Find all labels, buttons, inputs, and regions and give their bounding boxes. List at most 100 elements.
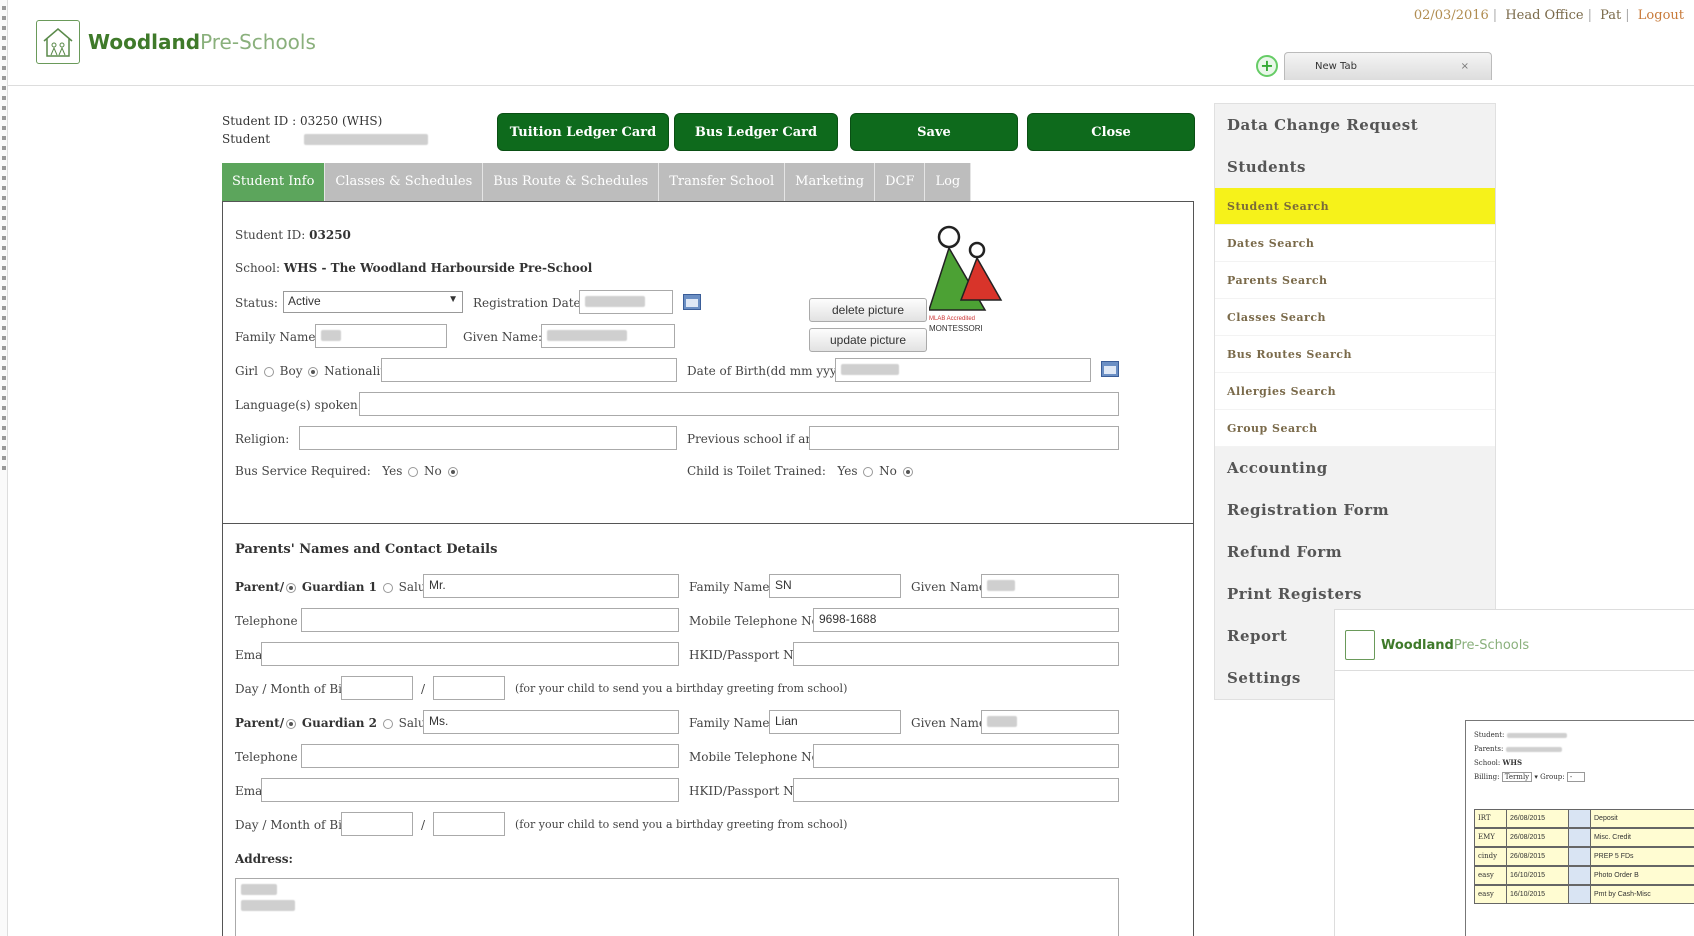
g2-mobile-field[interactable]	[813, 744, 1119, 768]
student-tabs: Student Info Classes & Schedules Bus Rou…	[222, 163, 972, 201]
close-icon[interactable]: ×	[1461, 53, 1469, 81]
update-picture-button[interactable]: update picture	[809, 328, 927, 352]
g2-mobile-label: Mobile Telephone No:	[689, 750, 823, 764]
g2-hkid-field[interactable]	[793, 778, 1119, 802]
user-link[interactable]: Pat	[1600, 8, 1621, 23]
menu-data-change-request[interactable]: Data Change Request	[1215, 104, 1495, 146]
save-button[interactable]: Save	[850, 113, 1018, 151]
religion-field[interactable]	[299, 426, 677, 450]
guardian1-label: Guardian 1	[301, 580, 377, 594]
family-name-field[interactable]	[315, 324, 447, 348]
student-header: Student ID : 03250 (WHS) Student	[222, 112, 428, 148]
g1-given-name-label: Given Name:	[911, 580, 991, 594]
toilet-yes-radio[interactable]	[863, 466, 874, 477]
address-field[interactable]	[235, 878, 1119, 936]
student-id-line: Student ID : 03250 (WHS)	[222, 114, 383, 128]
tab-transfer-school[interactable]: Transfer School	[659, 163, 786, 201]
g2-given-name-field[interactable]	[981, 710, 1119, 734]
languages-field[interactable]	[359, 392, 1119, 416]
parent-radio-2[interactable]	[286, 718, 297, 729]
student-id-value: 03250	[309, 228, 351, 242]
menu-classes-search[interactable]: Classes Search	[1215, 299, 1495, 336]
menu-student-search[interactable]: Student Search	[1215, 188, 1495, 225]
student-id-label: Student ID:	[235, 228, 306, 242]
g1-mobile-label: Mobile Telephone No:	[689, 614, 823, 628]
registration-date-field[interactable]	[579, 290, 673, 314]
montessori-text: MONTESSORI	[929, 324, 983, 333]
office-link[interactable]: Head Office	[1505, 8, 1583, 23]
parents-section: Parents' Names and Contact Details Paren…	[223, 524, 1193, 936]
menu-dates-search[interactable]: Dates Search	[1215, 225, 1495, 262]
g2-telephone-field[interactable]	[301, 744, 679, 768]
close-button[interactable]: Close	[1027, 113, 1195, 151]
g1-given-name-field[interactable]	[981, 574, 1119, 598]
logout-link[interactable]: Logout	[1638, 8, 1684, 23]
bus-ledger-button[interactable]: Bus Ledger Card	[674, 113, 838, 151]
calendar-icon[interactable]	[1101, 361, 1119, 377]
girl-label: Girl	[235, 364, 258, 378]
delete-picture-button[interactable]: delete picture	[809, 298, 927, 322]
tab-bus-route-schedules[interactable]: Bus Route & Schedules	[483, 163, 660, 201]
parents-section-title: Parents' Names and Contact Details	[235, 542, 498, 557]
menu-allergies-search[interactable]: Allergies Search	[1215, 373, 1495, 410]
menu-registration-form[interactable]: Registration Form	[1215, 489, 1495, 531]
tab-marketing[interactable]: Marketing	[785, 163, 876, 201]
menu-group-search[interactable]: Group Search	[1215, 410, 1495, 447]
g1-slash: /	[421, 682, 426, 696]
parent-radio-1[interactable]	[286, 582, 297, 593]
g2-birth-day-field[interactable]	[341, 812, 413, 836]
g2-salutation-field[interactable]: Ms.	[423, 710, 679, 734]
menu-refund-form[interactable]: Refund Form	[1215, 531, 1495, 573]
toilet-no-radio[interactable]	[902, 466, 913, 477]
boy-radio[interactable]	[308, 366, 319, 377]
menu-bus-routes-search[interactable]: Bus Routes Search	[1215, 336, 1495, 373]
guardian-radio-1[interactable]	[382, 582, 393, 593]
brand-logo[interactable]: WoodlandPre-Schools	[36, 20, 316, 64]
school-label: School:	[235, 261, 280, 275]
g1-mobile-field[interactable]: 9698-1688	[813, 608, 1119, 632]
chevron-down-icon: ▼	[448, 294, 458, 305]
g2-family-name-field[interactable]: Lian	[769, 710, 901, 734]
g1-hkid-field[interactable]	[793, 642, 1119, 666]
given-name-field[interactable]	[541, 324, 675, 348]
calendar-icon[interactable]	[683, 294, 701, 310]
menu-students[interactable]: Students	[1215, 146, 1495, 188]
top-links: 02/03/2016 | Head Office | Pat | Logout	[1413, 8, 1684, 23]
g2-birth-month-field[interactable]	[433, 812, 505, 836]
bus-no-radio[interactable]	[447, 466, 458, 477]
g1-telephone-field[interactable]	[301, 608, 679, 632]
g1-email-field[interactable]	[261, 642, 679, 666]
previous-school-label: Previous school if any:	[687, 432, 824, 446]
nationality-field[interactable]	[381, 358, 677, 382]
girl-radio[interactable]	[263, 366, 274, 377]
tab-new[interactable]: New Tab ×	[1284, 52, 1492, 80]
menu-accounting[interactable]: Accounting	[1215, 447, 1495, 489]
top-header: WoodlandPre-Schools 02/03/2016 | Head Off…	[8, 0, 1694, 86]
guardian2-label: Guardian 2	[301, 716, 377, 730]
ledger-row: EMY 26/08/2015 Misc. Credit	[1474, 828, 1694, 847]
overlay-brand-logo: WoodlandPre-Schools	[1345, 630, 1529, 660]
tuition-ledger-button[interactable]: Tuition Ledger Card	[497, 113, 669, 151]
tab-log[interactable]: Log	[925, 163, 972, 201]
dob-field[interactable]	[835, 358, 1091, 382]
g2-email-field[interactable]	[261, 778, 679, 802]
g1-family-name-field[interactable]: SN	[769, 574, 901, 598]
religion-label: Religion:	[235, 432, 290, 446]
bus-yes-radio[interactable]	[408, 466, 419, 477]
previous-school-field[interactable]	[809, 426, 1119, 450]
g1-birth-month-field[interactable]	[433, 676, 505, 700]
student-form-panel: Student ID: 03250 School: WHS - The Wood…	[222, 201, 1194, 936]
g2-family-name-label: Family Name:	[689, 716, 774, 730]
add-tab-icon[interactable]: +	[1256, 55, 1278, 77]
menu-parents-search[interactable]: Parents Search	[1215, 262, 1495, 299]
g1-salutation-field[interactable]: Mr.	[423, 574, 679, 598]
tab-classes-schedules[interactable]: Classes & Schedules	[325, 163, 484, 201]
g1-birth-day-field[interactable]	[341, 676, 413, 700]
tab-dcf[interactable]: DCF	[875, 163, 926, 201]
tab-student-info[interactable]: Student Info	[222, 163, 326, 201]
browser-tabbar: + New Tab ×	[1256, 52, 1492, 80]
boy-label: Boy	[279, 364, 303, 378]
ledger-row: easy 16/10/2015 Photo Order B	[1474, 866, 1694, 885]
status-select[interactable]: Active ▼	[283, 291, 463, 313]
guardian-radio-2[interactable]	[382, 718, 393, 729]
